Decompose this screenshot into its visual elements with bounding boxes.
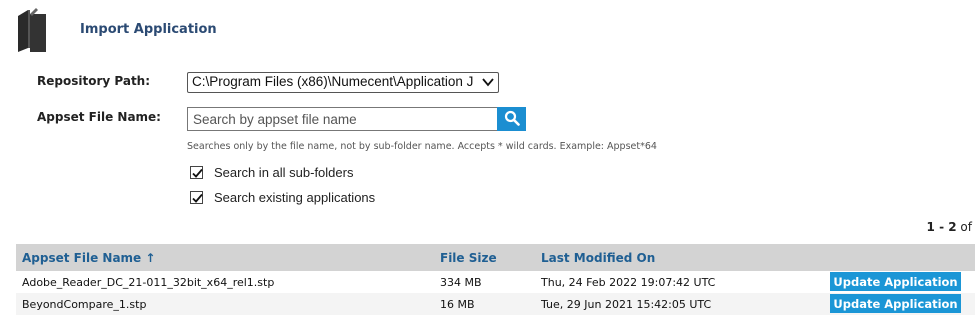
table-header: Appset File Name ↑ File Size Last Modifi… bbox=[16, 244, 975, 271]
book-icon bbox=[16, 8, 48, 52]
pagination-info: 1 - 2 of bbox=[927, 220, 972, 234]
row-file-name: Adobe_Reader_DC_21-011_32bit_x64_rel1.st… bbox=[22, 276, 275, 289]
appset-search-input[interactable] bbox=[187, 107, 498, 131]
pagination-of: of bbox=[960, 220, 972, 234]
repository-path-value: C:\Program Files (x86)\Numecent\Applicat… bbox=[192, 74, 474, 89]
row-last-modified: Tue, 29 Jun 2021 15:42:05 UTC bbox=[541, 298, 712, 311]
search-existing-checkbox[interactable] bbox=[190, 191, 203, 204]
column-header-file-size[interactable]: File Size bbox=[440, 251, 497, 265]
update-application-button[interactable]: Update Application bbox=[830, 272, 961, 291]
table-row: BeyondCompare_1.stp 16 MB Tue, 29 Jun 20… bbox=[16, 293, 975, 315]
chevron-down-icon bbox=[481, 75, 495, 89]
pagination-range: 1 - 2 bbox=[926, 220, 957, 234]
search-subfolders-checkbox[interactable] bbox=[190, 166, 203, 179]
search-existing-label: Search existing applications bbox=[214, 190, 376, 205]
search-help-text: Searches only by the file name, not by s… bbox=[187, 141, 657, 152]
column-header-last-modified[interactable]: Last Modified On bbox=[541, 251, 655, 265]
page-title: Import Application bbox=[80, 22, 217, 37]
repository-path-select[interactable]: C:\Program Files (x86)\Numecent\Applicat… bbox=[187, 72, 499, 93]
search-button[interactable] bbox=[497, 107, 526, 131]
search-subfolders-label: Search in all sub-folders bbox=[214, 165, 354, 180]
appset-file-name-label: Appset File Name: bbox=[37, 110, 161, 124]
column-header-appset-file-name[interactable]: Appset File Name ↑ bbox=[22, 251, 155, 265]
search-existing-option[interactable]: Search existing applications bbox=[190, 190, 375, 205]
search-icon bbox=[504, 110, 520, 129]
table-row: Adobe_Reader_DC_21-011_32bit_x64_rel1.st… bbox=[16, 271, 975, 293]
search-subfolders-option[interactable]: Search in all sub-folders bbox=[190, 165, 353, 180]
update-application-button[interactable]: Update Application bbox=[830, 294, 961, 313]
row-file-size: 334 MB bbox=[440, 276, 482, 289]
row-last-modified: Thu, 24 Feb 2022 19:07:42 UTC bbox=[541, 276, 716, 289]
row-file-size: 16 MB bbox=[440, 298, 475, 311]
repository-path-label: Repository Path: bbox=[37, 74, 151, 88]
row-file-name: BeyondCompare_1.stp bbox=[22, 298, 147, 311]
